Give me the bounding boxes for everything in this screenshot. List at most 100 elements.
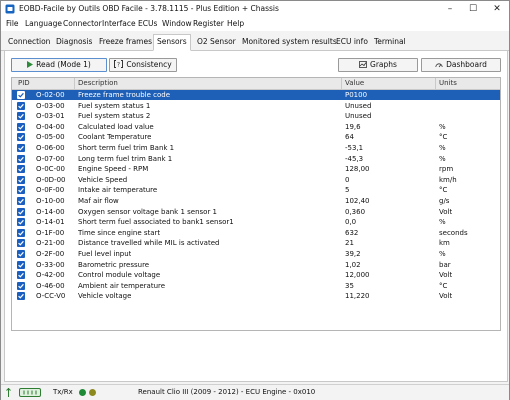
row-checkbox[interactable] — [17, 144, 25, 152]
description-cell: Fuel system status 1 — [78, 101, 151, 110]
menu-help[interactable]: Help — [227, 19, 244, 28]
gauge-icon — [435, 63, 443, 68]
row-checkbox[interactable] — [17, 133, 25, 142]
row-checkbox[interactable] — [17, 91, 25, 99]
column-divider[interactable] — [341, 78, 342, 89]
checkmark-icon — [18, 251, 24, 257]
table-row[interactable]: O-10-00 Maf air flow 102,40 g/s — [12, 196, 500, 206]
table-row[interactable]: O-0D-00 Vehicle Speed 0 km/h — [12, 175, 500, 185]
row-checkbox[interactable] — [17, 154, 25, 163]
table-row[interactable]: O-2F-00 Fuel level input 39,2% — [12, 249, 500, 259]
row-checkbox[interactable] — [17, 122, 25, 131]
tab-monitored-system-results[interactable]: Monitored system results — [239, 35, 340, 49]
table-row[interactable]: O-1F-00 Time since engine start 632 seconds — [12, 228, 500, 238]
consistency-button[interactable]: ? Consistency — [109, 58, 177, 72]
table-row[interactable]: O-0F-00 Intake air temperature 5 °C — [12, 185, 500, 195]
checkmark-icon — [18, 92, 24, 98]
status-bar: Tx/Rx Renault Clio III (2009 - 2012) - E… — [1, 384, 509, 400]
dashboard-button[interactable]: Dashboard — [421, 58, 501, 72]
table-row[interactable]: O-21-00 Distance travelled while MIL is a… — [12, 238, 500, 248]
description-cell: Distance travelled while MIL is activate… — [78, 239, 220, 248]
row-checkbox[interactable] — [17, 101, 25, 110]
read-mode1-button[interactable]: Read (Mode 1) — [11, 58, 107, 72]
table-row[interactable]: O-CC-V0 Vehicle voltage 11,220 Volt — [12, 291, 500, 301]
tab-o2-sensor[interactable]: O2 Sensor — [194, 35, 239, 49]
row-checkbox[interactable] — [17, 228, 25, 237]
pid-cell: O-46-00 — [36, 281, 65, 290]
table-row[interactable]: O-04-00 Calculated load value 19,6% — [12, 122, 500, 132]
table-row[interactable]: O-06-00 Short term fuel trim Bank 1 -53,1% — [12, 143, 500, 153]
checkmark-icon — [18, 103, 24, 109]
table-row[interactable]: O-02-00 Freeze frame trouble code P0100 — [12, 90, 500, 100]
menu-interface[interactable]: Interface — [102, 19, 136, 28]
tab-freeze-frames[interactable]: Freeze frames — [96, 35, 155, 49]
table-row[interactable]: O-14-01 Short term fuel associated to ban… — [12, 217, 500, 227]
table-row[interactable]: O-42-00 Control module voltage 12,000 Volt — [12, 270, 500, 280]
column-header-pid[interactable]: PID — [18, 79, 30, 87]
checkmark-icon — [18, 230, 24, 236]
table-row[interactable]: O-33-00 Barometric pressure 1,02 bar — [12, 260, 500, 270]
pid-cell: O-0D-00 — [36, 175, 66, 184]
checkmark-icon — [18, 177, 24, 183]
table-row[interactable]: O-03-00 Fuel system status 1 Unused — [12, 101, 500, 111]
value-cell: Unused — [345, 112, 372, 121]
row-checkbox[interactable] — [17, 207, 25, 216]
tab-connection[interactable]: Connection — [5, 35, 53, 49]
row-checkbox[interactable] — [17, 250, 25, 258]
tab-ecu-info[interactable]: ECU info — [333, 35, 371, 49]
menu-register[interactable]: Register — [193, 19, 224, 28]
table-row[interactable]: O-07-00 Long term fuel trim Bank 1 -45,3% — [12, 154, 500, 164]
row-checkbox[interactable] — [17, 197, 25, 205]
units-cell: % — [439, 144, 446, 152]
table-row[interactable]: O-05-00 Coolant Temperature 64 °C — [12, 132, 500, 142]
description-cell: Maf air flow — [78, 197, 119, 205]
description-cell: Coolant Temperature — [78, 133, 152, 142]
row-checkbox[interactable] — [17, 239, 25, 248]
row-checkbox[interactable] — [17, 165, 25, 174]
menu-file[interactable]: File — [6, 19, 19, 28]
value-cell: P0100 — [345, 91, 368, 99]
description-cell: Oxygen sensor voltage bank 1 sensor 1 — [78, 207, 218, 216]
graphs-button[interactable]: Graphs — [338, 58, 418, 72]
row-checkbox[interactable] — [17, 112, 25, 121]
pid-cell: O-05-00 — [36, 133, 65, 142]
checkmark-icon — [18, 209, 24, 215]
close-button[interactable]: ✕ — [486, 1, 508, 18]
tab-sensors[interactable]: Sensors — [153, 34, 191, 51]
column-divider[interactable] — [74, 78, 75, 89]
row-checkbox[interactable] — [17, 218, 25, 227]
menu-ecus[interactable]: ECUs — [138, 19, 157, 28]
menu-language[interactable]: Language — [25, 19, 62, 28]
menu-connector[interactable]: Connector — [63, 19, 102, 28]
column-header-units[interactable]: Units — [439, 79, 457, 87]
row-checkbox[interactable] — [17, 281, 25, 290]
minimize-button[interactable]: – — [439, 1, 461, 18]
pid-cell: O-2F-00 — [36, 250, 65, 258]
checkmark-icon — [18, 273, 24, 278]
tab-diagnosis[interactable]: Diagnosis — [53, 35, 95, 49]
checkmark-icon — [18, 188, 24, 194]
menu-window[interactable]: Window — [162, 19, 192, 28]
pid-cell: O-03-00 — [36, 101, 65, 110]
app-window: EOBD-Facile by Outils OBD Facile - 3.78.… — [0, 0, 510, 400]
txrx-label: Tx/Rx — [53, 388, 73, 396]
column-divider[interactable] — [435, 78, 436, 89]
table-row[interactable]: O-46-00 Ambient air temperature 35 °C — [12, 281, 500, 291]
table-row[interactable]: O-14-00 Oxygen sensor voltage bank 1 sens… — [12, 207, 500, 217]
checkmark-icon — [18, 241, 24, 247]
row-checkbox[interactable] — [17, 186, 25, 195]
column-header-value[interactable]: Value — [345, 79, 364, 87]
row-checkbox[interactable] — [17, 292, 25, 301]
value-cell: 21 — [345, 239, 354, 248]
value-cell: 64 — [345, 133, 354, 142]
description-cell: Freeze frame trouble code — [78, 91, 171, 99]
row-checkbox[interactable] — [17, 260, 25, 269]
row-checkbox[interactable] — [17, 175, 25, 184]
tab-terminal[interactable]: Terminal — [371, 35, 409, 49]
table-row[interactable]: O-03-01 Fuel system status 2 Unused — [12, 111, 500, 121]
row-checkbox[interactable] — [17, 271, 25, 280]
maximize-button[interactable]: ☐ — [462, 1, 484, 18]
read-mode1-label: Read (Mode 1) — [36, 60, 91, 69]
column-header-description[interactable]: Description — [78, 79, 118, 87]
table-row[interactable]: O-0C-00 Engine Speed - RPM 128,00 rpm — [12, 164, 500, 174]
